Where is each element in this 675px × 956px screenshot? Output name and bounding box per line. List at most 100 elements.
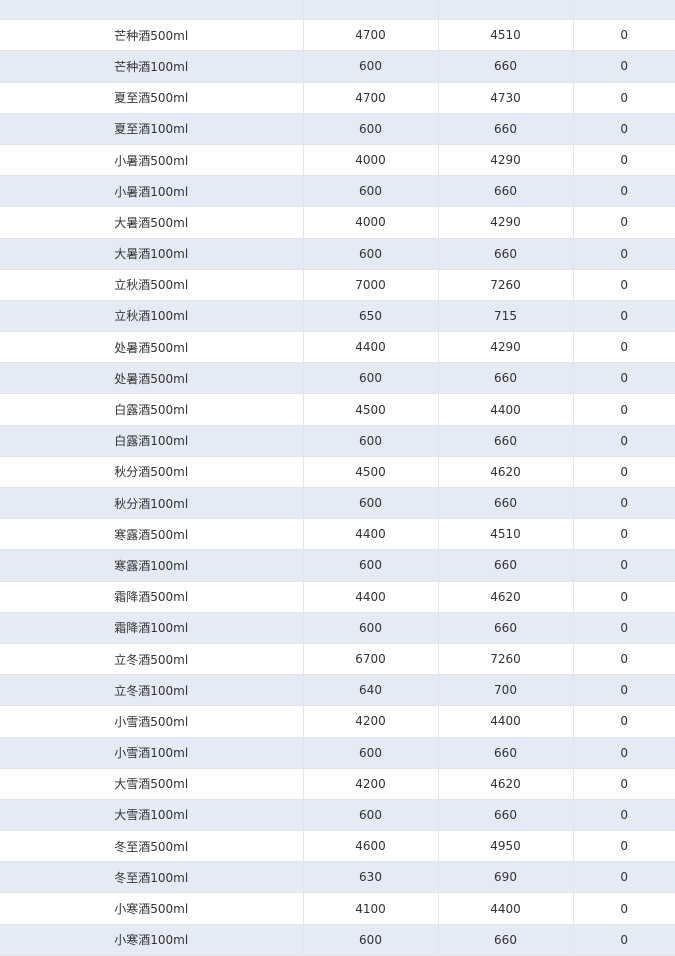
value-a-cell: 4100 bbox=[303, 892, 439, 925]
table-row[interactable]: 秋分酒100ml 600 660 0 bbox=[0, 487, 675, 520]
value-b-cell: 4290 bbox=[438, 331, 574, 364]
table-row[interactable] bbox=[0, 0, 675, 21]
table-row[interactable]: 白露酒100ml 600 660 0 bbox=[0, 425, 675, 457]
value-b-cell: 4510 bbox=[438, 518, 574, 551]
product-name-cell: 霜降酒100ml bbox=[0, 612, 304, 644]
product-name-cell: 小寒酒100ml bbox=[0, 924, 304, 956]
product-name-cell: 立冬酒100ml bbox=[0, 674, 304, 707]
value-c-cell: 0 bbox=[573, 50, 675, 83]
value-a-cell: 600 bbox=[303, 487, 439, 520]
value-c-cell: 0 bbox=[573, 144, 675, 177]
product-name-cell: 立秋酒100ml bbox=[0, 300, 304, 333]
table-row[interactable]: 寒露酒500ml 4400 4510 0 bbox=[0, 518, 675, 551]
table-row[interactable]: 夏至酒500ml 4700 4730 0 bbox=[0, 82, 675, 114]
value-a-cell: 4600 bbox=[303, 830, 439, 863]
table-row[interactable]: 霜降酒100ml 600 660 0 bbox=[0, 612, 675, 644]
value-a-cell: 600 bbox=[303, 549, 439, 582]
value-c-cell: 0 bbox=[573, 175, 675, 208]
product-name-cell: 大雪酒100ml bbox=[0, 799, 304, 832]
table-row[interactable]: 小寒酒500ml 4100 4400 0 bbox=[0, 892, 675, 925]
table-row[interactable]: 大暑酒100ml 600 660 0 bbox=[0, 238, 675, 270]
value-c-cell: 0 bbox=[573, 612, 675, 644]
value-b-cell: 4730 bbox=[438, 82, 574, 114]
product-name-cell: 大雪酒500ml bbox=[0, 768, 304, 800]
product-name-cell: 寒露酒100ml bbox=[0, 549, 304, 582]
value-a-cell: 4500 bbox=[303, 393, 439, 426]
product-name-cell: 秋分酒500ml bbox=[0, 456, 304, 489]
value-c-cell: 0 bbox=[573, 581, 675, 613]
value-a-cell bbox=[303, 0, 439, 21]
value-c-cell: 0 bbox=[573, 19, 675, 52]
value-b-cell: 660 bbox=[438, 425, 574, 457]
value-b-cell: 700 bbox=[438, 674, 574, 707]
value-c-cell: 0 bbox=[573, 674, 675, 707]
table-row[interactable]: 大暑酒500ml 4000 4290 0 bbox=[0, 206, 675, 239]
value-c-cell: 0 bbox=[573, 238, 675, 270]
value-c-cell: 0 bbox=[573, 206, 675, 239]
value-b-cell: 690 bbox=[438, 861, 574, 894]
table-row[interactable]: 立秋酒500ml 7000 7260 0 bbox=[0, 269, 675, 301]
table-row[interactable]: 小寒酒100ml 600 660 0 bbox=[0, 924, 675, 956]
value-a-cell: 4000 bbox=[303, 206, 439, 239]
value-a-cell: 600 bbox=[303, 238, 439, 270]
value-b-cell: 7260 bbox=[438, 269, 574, 301]
table-row[interactable]: 小雪酒100ml 600 660 0 bbox=[0, 737, 675, 769]
value-b-cell: 660 bbox=[438, 50, 574, 83]
product-name-cell: 芒种酒100ml bbox=[0, 50, 304, 83]
value-a-cell: 600 bbox=[303, 799, 439, 832]
product-name-cell: 秋分酒100ml bbox=[0, 487, 304, 520]
product-name-cell: 夏至酒100ml bbox=[0, 113, 304, 145]
value-a-cell: 600 bbox=[303, 425, 439, 457]
table-row[interactable]: 芒种酒100ml 600 660 0 bbox=[0, 50, 675, 83]
value-c-cell: 0 bbox=[573, 113, 675, 145]
table-body: 芒种酒500ml 4700 4510 0 芒种酒100ml 600 660 0 夏至酒500ml… bbox=[0, 0, 675, 956]
table-row[interactable]: 处暑酒500ml 600 660 0 bbox=[0, 362, 675, 395]
value-a-cell: 4400 bbox=[303, 331, 439, 364]
value-a-cell: 6700 bbox=[303, 643, 439, 676]
table-row[interactable]: 处暑酒500ml 4400 4290 0 bbox=[0, 331, 675, 364]
table-row[interactable]: 大雪酒500ml 4200 4620 0 bbox=[0, 768, 675, 800]
product-name-cell: 处暑酒500ml bbox=[0, 331, 304, 364]
value-b-cell: 660 bbox=[438, 487, 574, 520]
table-row[interactable]: 大雪酒100ml 600 660 0 bbox=[0, 799, 675, 832]
value-c-cell: 0 bbox=[573, 892, 675, 925]
table-row[interactable]: 小暑酒100ml 600 660 0 bbox=[0, 175, 675, 208]
value-c-cell: 0 bbox=[573, 456, 675, 489]
product-name-cell: 白露酒500ml bbox=[0, 393, 304, 426]
value-b-cell: 4400 bbox=[438, 393, 574, 426]
value-c-cell: 0 bbox=[573, 799, 675, 832]
product-name-cell: 冬至酒100ml bbox=[0, 861, 304, 894]
product-name-cell: 小寒酒500ml bbox=[0, 892, 304, 925]
value-c-cell: 0 bbox=[573, 487, 675, 520]
table-row[interactable]: 夏至酒100ml 600 660 0 bbox=[0, 113, 675, 145]
table-row[interactable]: 寒露酒100ml 600 660 0 bbox=[0, 549, 675, 582]
value-c-cell: 0 bbox=[573, 830, 675, 863]
table-row[interactable]: 小暑酒500ml 4000 4290 0 bbox=[0, 144, 675, 177]
table-row[interactable]: 秋分酒500ml 4500 4620 0 bbox=[0, 456, 675, 489]
value-c-cell: 0 bbox=[573, 82, 675, 114]
product-name-cell: 大暑酒100ml bbox=[0, 238, 304, 270]
table-row[interactable]: 白露酒500ml 4500 4400 0 bbox=[0, 393, 675, 426]
table-row[interactable]: 冬至酒500ml 4600 4950 0 bbox=[0, 830, 675, 863]
value-c-cell: 0 bbox=[573, 269, 675, 301]
product-name-cell: 芒种酒500ml bbox=[0, 19, 304, 52]
value-b-cell: 660 bbox=[438, 175, 574, 208]
table-row[interactable]: 霜降酒500ml 4400 4620 0 bbox=[0, 581, 675, 613]
value-b-cell: 660 bbox=[438, 799, 574, 832]
value-b-cell: 4620 bbox=[438, 581, 574, 613]
value-a-cell: 600 bbox=[303, 737, 439, 769]
value-b-cell: 660 bbox=[438, 612, 574, 644]
product-name-cell: 小暑酒500ml bbox=[0, 144, 304, 177]
table-row[interactable]: 冬至酒100ml 630 690 0 bbox=[0, 861, 675, 894]
table-row[interactable]: 立秋酒100ml 650 715 0 bbox=[0, 300, 675, 333]
value-c-cell: 0 bbox=[573, 643, 675, 676]
table-row[interactable]: 立冬酒500ml 6700 7260 0 bbox=[0, 643, 675, 676]
table-row[interactable]: 立冬酒100ml 640 700 0 bbox=[0, 674, 675, 707]
table-row[interactable]: 芒种酒500ml 4700 4510 0 bbox=[0, 19, 675, 52]
value-a-cell: 600 bbox=[303, 50, 439, 83]
value-c-cell: 0 bbox=[573, 331, 675, 364]
table-row[interactable]: 小雪酒500ml 4200 4400 0 bbox=[0, 705, 675, 738]
product-table-container: 芒种酒500ml 4700 4510 0 芒种酒100ml 600 660 0 夏至酒500ml… bbox=[0, 0, 675, 956]
value-b-cell: 660 bbox=[438, 113, 574, 145]
value-c-cell: 0 bbox=[573, 425, 675, 457]
